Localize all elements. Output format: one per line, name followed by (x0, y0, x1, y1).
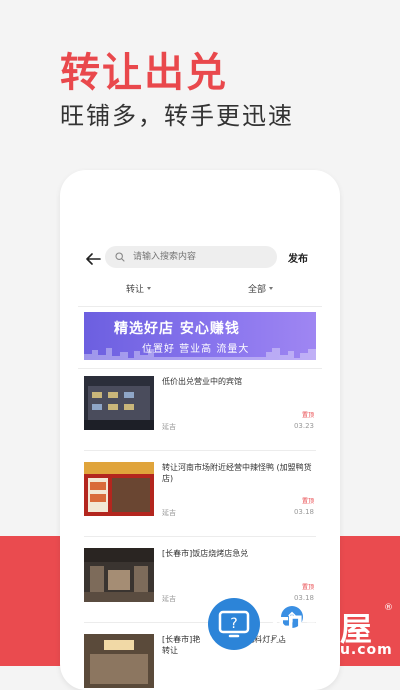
pinned-tag: 置顶 (301, 412, 314, 419)
listing-title: 低价出兑营业中的宾馆 (162, 377, 242, 386)
listing-location: 延吉 (162, 509, 176, 517)
list-divider (84, 536, 316, 537)
help-icon: ? (218, 610, 250, 638)
listing-photo (84, 634, 154, 688)
banner-title: 精选好店 安心赚钱 (114, 321, 240, 337)
listing-photo (84, 376, 154, 430)
listing-date: 03.23 (293, 422, 314, 430)
listing-title: [长春市]饭店烧烤店急兑 (162, 549, 249, 558)
listing-photo (84, 548, 154, 602)
back-arrow-icon[interactable] (84, 250, 102, 268)
watermark-logo: ? (208, 598, 260, 650)
banner-subtitle: 位置好 营业高 流量大 (142, 344, 250, 355)
promo-headline: 转让出兑 (60, 50, 228, 96)
filter-all-label: 全部 (248, 285, 267, 295)
search-icon (115, 252, 125, 262)
top-nav: 发布 (60, 246, 340, 272)
listing-location: 延吉 (162, 595, 176, 603)
caret-down-icon (269, 287, 274, 290)
listing-location: 延吉 (162, 423, 176, 431)
filter-type-label: 转让 (126, 285, 145, 295)
listing-date: 03.18 (293, 508, 314, 516)
svg-text:?: ? (230, 616, 237, 632)
list-item[interactable]: 转让河南市场附近经营中辣怪鸭 (加盟鸭货店) 置顶 延吉 03.18 (84, 462, 316, 526)
list-item[interactable]: [长春市]饭店烧烤店急兑 置顶 延吉 03.18 (84, 548, 316, 612)
promo-subline: 旺铺多，转手更迅速 (60, 102, 294, 130)
pinned-tag: 置顶 (301, 498, 314, 505)
list-divider (84, 450, 316, 451)
filter-type[interactable]: 转让 (126, 282, 152, 295)
pinned-tag: 置顶 (301, 584, 314, 591)
listing-date: 03.18 (293, 594, 314, 602)
listing-title: 转让河南市场附近经营中辣怪鸭 (加盟鸭货店) (162, 463, 312, 483)
search-input[interactable] (131, 251, 275, 263)
publish-button[interactable]: 发布 (288, 250, 308, 265)
filter-divider (78, 306, 322, 307)
listing-title-line2: 转让 (162, 646, 178, 655)
banner-divider (78, 368, 322, 369)
list-item[interactable]: 低价出兑营业中的宾馆 置顶 延吉 03.23 (84, 376, 316, 440)
registered-mark: ® (384, 603, 393, 613)
listing-photo (84, 462, 154, 516)
promo-banner[interactable]: 精选好店 安心赚钱 位置好 营业高 流量大 (84, 312, 316, 360)
caret-down-icon (147, 287, 152, 290)
watermark-domain: zhishiwu.com (274, 642, 393, 658)
listing-title-head: [长春市]艳 (162, 635, 201, 644)
filter-all[interactable]: 全部 (248, 282, 274, 295)
filter-bar: 转让 全部 (60, 282, 340, 306)
search-bar[interactable] (105, 246, 277, 268)
